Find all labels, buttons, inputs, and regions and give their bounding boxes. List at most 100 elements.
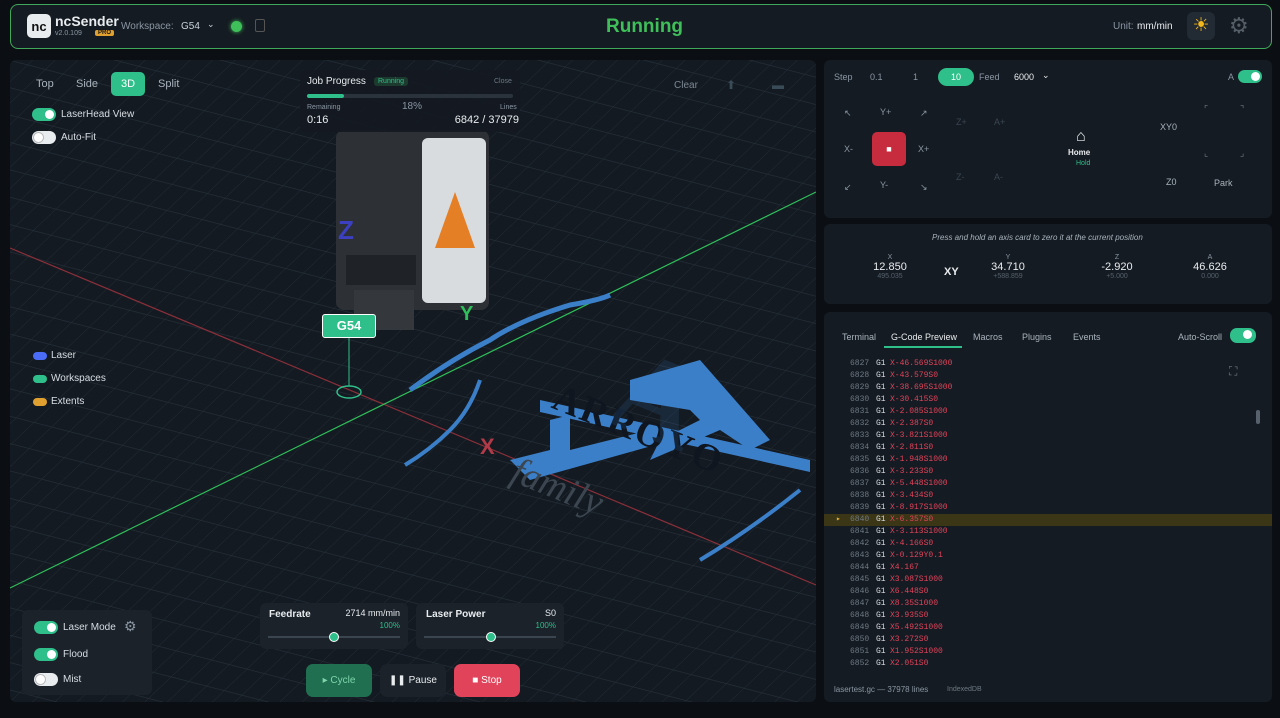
gcode-line: 6848 G1 X3.935S0 [824,610,1272,622]
pause-icon: ❚❚ [389,675,409,686]
tab-gcode-preview[interactable]: G-Code Preview [891,332,957,342]
axis-card-a[interactable]: A 46.626 0.000 [1184,254,1236,290]
corner-bottom-left-icon[interactable]: ⌞ [1204,148,1208,159]
laserhead-view-toggle[interactable] [32,108,56,121]
legend-extents-swatch [33,398,47,406]
corner-top-left-icon[interactable]: ⌜ [1204,104,1208,115]
gcode-args: X-5.448S1000 [890,479,948,488]
top-bar: nc ncSender v2.0.109 PRO Workspace: G54 … [10,4,1272,49]
laser-settings-gear-icon[interactable]: ⚙ [124,618,137,635]
jog-y-plus-button[interactable]: Y+ [880,107,891,117]
console-panel: Terminal G-Code Preview Macros Plugins E… [824,312,1272,702]
view-split-button[interactable]: Split [148,72,189,96]
gcode-command: G1 [876,599,886,608]
gcode-line: 6839 G1 X-8.917S1000 [824,502,1272,514]
stop-button[interactable]: ■ Stop [454,664,520,697]
corner-bottom-right-icon[interactable]: ⌟ [1240,148,1244,159]
zero-xy-button[interactable]: XY0 [1160,122,1177,132]
job-close-button[interactable]: Close [494,78,512,85]
lock-icon[interactable] [255,19,265,32]
jog-diag-down-left-icon[interactable]: ↙ [844,182,852,193]
feedrate-percent: 100% [379,621,400,630]
toolpath-viewport[interactable]: Z Y X G54 ARROYO family A Top Side 3D Sp… [10,60,816,702]
autoscroll-toggle[interactable] [1230,328,1256,343]
gcode-args: X-2.811S0 [890,443,934,452]
tab-macros[interactable]: Macros [973,332,1003,342]
step-10[interactable]: 10 [938,68,974,86]
gcode-scrollbar[interactable] [1256,410,1260,424]
tab-events[interactable]: Events [1073,332,1101,342]
gcode-line: 6837 G1 X-5.448S1000 [824,478,1272,490]
axis-z-machine: +5.000 [1106,273,1128,280]
axis-card-x[interactable]: X 12.850 495.035 [864,254,916,290]
flood-toggle[interactable] [34,648,58,661]
axis-y-label: Y [1005,254,1011,261]
gcode-args: X-3.233S0 [890,467,934,476]
laser-power-slider[interactable] [486,632,496,642]
tab-plugins[interactable]: Plugins [1022,332,1052,342]
gcode-args: X-8.917S1000 [890,503,948,512]
lines-count: 6842 / 37979 [454,114,519,126]
gcode-command: G1 [876,443,886,452]
gcode-command: G1 [876,575,886,584]
view-side-button[interactable]: Side [66,72,108,96]
zero-z-button[interactable]: Z0 [1166,177,1177,187]
step-1[interactable]: 1 [913,72,918,82]
axis-card-y[interactable]: Y 34.710 +588.859 [982,254,1034,290]
jog-y-minus-button[interactable]: Y- [880,180,888,190]
gcode-line-number: 6840 [850,515,870,524]
flood-label: Flood [63,649,89,660]
gcode-line-number: 6842 [850,539,870,548]
feed-label: Feed [979,72,1000,82]
upload-icon[interactable]: ⬆ [726,78,742,92]
a-axis-toggle[interactable] [1238,70,1262,83]
gcode-line: 6831 G1 X-2.085S1000 [824,406,1272,418]
laser-power-card: Laser Power S0 100% [416,603,564,649]
pause-button[interactable]: ❚❚ Pause [380,664,446,697]
workspace-select[interactable]: G54 ⌄ [179,17,219,37]
jog-stop-button[interactable]: ■ [872,132,906,166]
view-3d-button[interactable]: 3D [111,72,146,96]
cycle-start-button[interactable]: ▸ Cycle [306,664,372,697]
auto-fit-toggle[interactable] [32,131,56,144]
jog-z-minus-button[interactable]: Z- [956,172,965,182]
jog-z-plus-button[interactable]: Z+ [956,117,967,127]
gcode-line-number: 6845 [850,575,870,584]
zero-xy-card[interactable]: XY [944,266,959,278]
mist-toggle[interactable] [34,673,58,686]
axis-card-z[interactable]: Z -2.920 +5.000 [1091,254,1143,290]
clear-button[interactable]: Clear [674,80,698,91]
step-0-1[interactable]: 0.1 [870,72,883,82]
jog-x-minus-button[interactable]: X- [844,144,853,154]
gcode-command: G1 [876,659,886,668]
jog-diag-up-right-icon[interactable]: ↗ [920,108,928,119]
folder-icon[interactable]: ▬ [772,78,788,92]
gcode-line: 6836 G1 X-3.233S0 [824,466,1272,478]
feed-select[interactable]: 6000 ⌄ [1012,70,1054,86]
settings-gear-icon[interactable]: ⚙ [1229,13,1249,39]
gcode-line: 6838 G1 X-3.434S0 [824,490,1272,502]
axis-x-value: 12.850 [873,261,907,273]
jog-a-minus-button[interactable]: A- [994,172,1003,182]
jog-diag-down-right-icon[interactable]: ↘ [920,182,928,193]
tab-terminal[interactable]: Terminal [842,332,876,342]
stop-label: Stop [481,675,502,686]
feedrate-slider[interactable] [329,632,339,642]
view-top-button[interactable]: Top [26,72,64,96]
laser-panel: Laser Mode ⚙ Flood Mist [22,610,152,695]
gcode-command: G1 [876,479,886,488]
unit-value[interactable]: mm/min [1137,21,1173,32]
jog-x-plus-button[interactable]: X+ [918,144,929,154]
wcs-tag: G54 [322,314,376,338]
gcode-list[interactable]: 6827 G1 X-46.569S1000 6828 G1 X-43.579S0 6829 G… [824,358,1272,676]
laser-mode-toggle[interactable] [34,621,58,634]
gcode-line-number: 6846 [850,587,870,596]
gcode-line: 6841 G1 X-3.113S1000 [824,526,1272,538]
home-button[interactable]: ⌂ Home Hold [1046,100,1126,180]
park-button[interactable]: Park [1214,178,1233,188]
jog-diag-up-left-icon[interactable]: ↖ [844,108,852,119]
theme-toggle-icon[interactable]: ☀ [1187,12,1215,40]
gcode-command: G1 [876,491,886,500]
corner-top-right-icon[interactable]: ⌝ [1240,104,1244,115]
jog-a-plus-button[interactable]: A+ [994,117,1005,127]
